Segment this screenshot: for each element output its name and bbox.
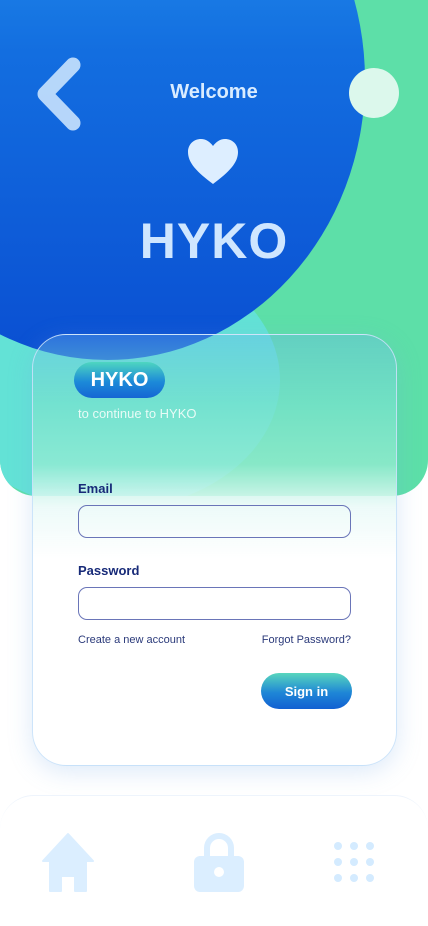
brand-badge: HYKO bbox=[74, 362, 165, 398]
login-screen: Welcome HYKO HYKO to continue to HYKO Em… bbox=[0, 0, 428, 926]
email-input[interactable] bbox=[78, 505, 351, 538]
welcome-text: Welcome bbox=[170, 81, 258, 103]
nav-home[interactable] bbox=[42, 831, 94, 893]
nav-grid[interactable] bbox=[333, 841, 375, 883]
forgot-password-link[interactable]: Forgot Password? bbox=[262, 634, 351, 646]
email-label: Email bbox=[78, 481, 113, 496]
password-input[interactable] bbox=[78, 587, 351, 620]
nav-lock[interactable] bbox=[193, 831, 245, 893]
lock-icon bbox=[194, 833, 244, 892]
sign-in-button[interactable]: Sign in bbox=[261, 673, 352, 709]
card-subtitle: to continue to HYKO bbox=[78, 406, 197, 421]
heart-icon bbox=[188, 139, 238, 184]
grid-dots-icon bbox=[334, 842, 374, 882]
blue-blob bbox=[0, 0, 365, 360]
create-account-link[interactable]: Create a new account bbox=[78, 634, 185, 646]
login-card: HYKO to continue to HYKO Email Password … bbox=[32, 334, 397, 766]
password-label: Password bbox=[78, 563, 140, 578]
bottom-nav bbox=[0, 795, 428, 926]
home-icon bbox=[42, 833, 94, 892]
brand-title: HYKO bbox=[139, 213, 289, 269]
